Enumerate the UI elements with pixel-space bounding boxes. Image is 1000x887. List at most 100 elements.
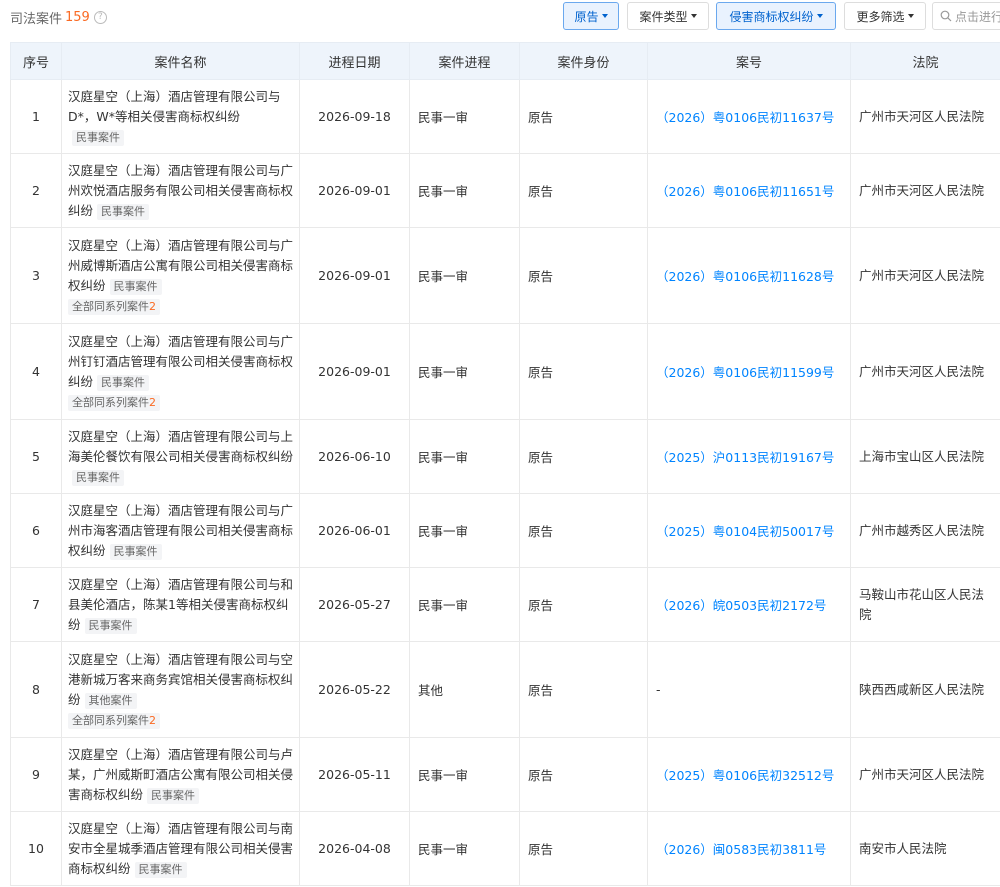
col-header-index: 序号 [10,42,62,80]
case-number-link: - [656,682,661,697]
case-number-cell: （2025）沪0113民初19167号 [647,419,851,494]
section-title-label: 司法案件 [10,12,63,27]
process-date: 2026-09-18 [299,79,410,154]
chevron-down-icon [690,14,697,18]
process-date: 2026-06-01 [299,493,410,568]
section-title: 司法案件 159 ? [10,8,107,27]
toolbar: 司法案件 159 ? 原告 案件类型 侵害商标权纠纷 更多筛选 点击进行搜索 [0,0,1000,32]
cause-filter-button[interactable]: 侵害商标权纠纷 [716,2,836,30]
case-name-link[interactable]: 汉庭星空（上海）酒店管理有限公司与广州威博斯酒店公寓有限公司相关侵害商标权纠纷 [68,238,293,293]
process-date: 2026-05-22 [299,641,410,738]
chevron-down-icon [601,14,608,18]
case-number-link[interactable]: （2026）闽0583民初3811号 [656,842,826,857]
table-row: 7 汉庭星空（上海）酒店管理有限公司与和县美伦酒店，陈某1等相关侵害商标权纠纷 民事… [10,567,1000,642]
search-placeholder: 点击进行搜索 [955,9,1000,24]
case-stage: 其他 [409,641,520,738]
case-number-link[interactable]: （2026）粤0106民初11651号 [656,184,834,199]
case-number-link[interactable]: （2026）粤0106民初11628号 [656,269,834,284]
case-name-cell: 汉庭星空（上海）酒店管理有限公司与D*，W*等相关侵害商标权纠纷民事案件 [61,79,300,154]
process-date: 2026-09-01 [299,153,410,228]
series-cases-link[interactable]: 全部同系列案件2 [68,712,160,729]
court-name: 上海市宝山区人民法院 [850,419,1000,494]
row-index: 6 [10,493,62,568]
case-role: 原告 [519,641,648,738]
search-input[interactable]: 点击进行搜索 [932,2,1000,30]
case-name-link[interactable]: 汉庭星空（上海）酒店管理有限公司与上海美伦餐饮有限公司相关侵害商标权纠纷 [68,429,293,464]
info-icon[interactable]: ? [93,11,107,24]
case-name-cell: 汉庭星空（上海）酒店管理有限公司与和县美伦酒店，陈某1等相关侵害商标权纠纷 民事案… [61,567,300,642]
case-stage: 民事一审 [409,323,520,420]
case-name-cell: 汉庭星空（上海）酒店管理有限公司与广州威博斯酒店公寓有限公司相关侵害商标权纠纷民… [61,227,300,324]
case-type-filter-button[interactable]: 案件类型 [627,2,709,30]
case-name-link[interactable]: 汉庭星空（上海）酒店管理有限公司与广州市海客酒店管理有限公司相关侵害商标权纠纷 [68,503,293,558]
process-date: 2026-04-08 [299,811,410,886]
chevron-down-icon [816,14,823,18]
case-number-link[interactable]: （2026）粤0106民初11599号 [656,365,834,380]
case-number-link[interactable]: （2025）沪0113民初19167号 [656,450,834,465]
series-cases-count: 2 [149,395,156,409]
series-cases-link[interactable]: 全部同系列案件2 [68,298,160,315]
case-role: 原告 [519,737,648,812]
row-index: 10 [10,811,62,886]
case-role: 原告 [519,493,648,568]
case-stage: 民事一审 [409,737,520,812]
case-number-cell: - [647,641,851,738]
series-cases-link[interactable]: 全部同系列案件2 [68,394,160,411]
case-number-link[interactable]: （2026）皖0503民初2172号 [656,598,826,613]
court-name: 广州市天河区人民法院 [850,227,1000,324]
row-index: 9 [10,737,62,812]
case-stage: 民事一审 [409,227,520,324]
case-number-cell: （2026）粤0106民初11651号 [647,153,851,228]
case-name-link[interactable]: 汉庭星空（上海）酒店管理有限公司与D*，W*等相关侵害商标权纠纷 [68,89,281,124]
case-number-cell: （2026）皖0503民初2172号 [647,567,851,642]
role-filter-label: 原告 [574,9,599,24]
case-category-tag: 民事案件 [72,469,124,486]
case-stage: 民事一审 [409,493,520,568]
col-header-case-name: 案件名称 [61,42,300,80]
case-category-tag: 民事案件 [134,861,187,878]
row-index: 4 [10,323,62,420]
case-role: 原告 [519,419,648,494]
case-category-tag: 民事案件 [109,543,162,560]
case-stage: 民事一审 [409,811,520,886]
role-filter-button[interactable]: 原告 [563,2,619,30]
cases-table: 序号 案件名称 进程日期 案件进程 案件身份 案号 法院 1 汉庭星空（上海）酒店… [10,42,1000,886]
case-role: 原告 [519,811,648,886]
case-name-cell: 汉庭星空（上海）酒店管理有限公司与广州钉钉酒店管理有限公司相关侵害商标权纠纷 民事… [61,323,300,420]
case-role: 原告 [519,227,648,324]
series-cases-count: 2 [149,713,156,727]
case-number-cell: （2026）粤0106民初11628号 [647,227,851,324]
court-name: 马鞍山市花山区人民法院 [850,567,1000,642]
series-cases-label: 全部同系列案件 [72,299,149,313]
case-count: 159 [65,10,90,25]
series-cases-label: 全部同系列案件 [72,713,149,727]
table-row: 6 汉庭星空（上海）酒店管理有限公司与广州市海客酒店管理有限公司相关侵害商标权纠纷… [10,493,1000,568]
row-index: 5 [10,419,62,494]
row-index: 2 [10,153,62,228]
court-name: 广州市天河区人民法院 [850,737,1000,812]
case-number-cell: （2026）闽0583民初3811号 [647,811,851,886]
case-category-tag: 民事案件 [84,617,137,634]
row-index: 8 [10,641,62,738]
court-name: 广州市天河区人民法院 [850,153,1000,228]
case-number-link[interactable]: （2025）粤0104民初50017号 [656,524,834,539]
case-role: 原告 [519,323,648,420]
case-stage: 民事一审 [409,567,520,642]
col-header-stage: 案件进程 [409,42,520,80]
table-row: 2 汉庭星空（上海）酒店管理有限公司与广州欢悦酒店服务有限公司相关侵害商标权纠纷民… [10,153,1000,228]
case-number-link[interactable]: （2025）粤0106民初32512号 [656,768,834,783]
case-name-cell: 汉庭星空（上海）酒店管理有限公司与空港新城万客来商务宾馆相关侵害商标权纠纷 其他案… [61,641,300,738]
case-number-link[interactable]: （2026）粤0106民初11637号 [656,110,834,125]
case-category-tag: 民事案件 [109,278,162,295]
table-row: 10 汉庭星空（上海）酒店管理有限公司与南安市全星城季酒店管理有限公司相关侵害商标… [10,811,1000,886]
court-name: 广州市天河区人民法院 [850,79,1000,154]
col-header-case-number: 案号 [647,42,851,80]
case-number-cell: （2026）粤0106民初11637号 [647,79,851,154]
case-stage: 民事一审 [409,419,520,494]
process-date: 2026-09-01 [299,227,410,324]
case-name-cell: 汉庭星空（上海）酒店管理有限公司与广州市海客酒店管理有限公司相关侵害商标权纠纷民… [61,493,300,568]
table-row: 3 汉庭星空（上海）酒店管理有限公司与广州威博斯酒店公寓有限公司相关侵害商标权纠纷… [10,227,1000,324]
case-role: 原告 [519,567,648,642]
more-filter-button[interactable]: 更多筛选 [844,2,926,30]
table-row: 5 汉庭星空（上海）酒店管理有限公司与上海美伦餐饮有限公司相关侵害商标权纠纷民事案… [10,419,1000,494]
